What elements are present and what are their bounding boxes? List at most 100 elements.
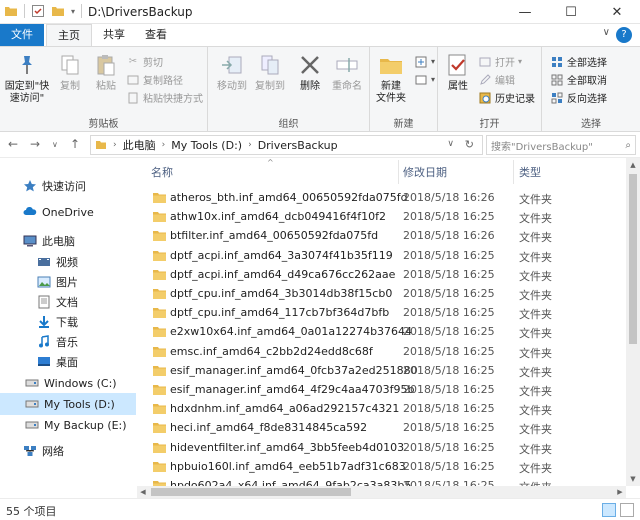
sidebar-item[interactable]: 文档 [0,291,136,313]
horizontal-scrollbar[interactable]: ◀ ▶ [137,486,626,498]
sidebar-item[interactable]: 视频 [0,251,136,273]
title-bar: ▾ D:\DriversBackup — ☐ ✕ [0,0,640,24]
sidebar-item[interactable]: OneDrive [0,201,136,223]
sidebar-item[interactable]: 网络 [0,440,136,462]
file-row[interactable]: emsc.inf_amd64_c2bb2d24edd8c68f 2018/5/18… [137,343,626,362]
sidebar-item[interactable]: 音乐 [0,331,136,353]
breadcrumb-this-pc[interactable]: 此电脑 [123,137,156,153]
document-icon [36,294,52,310]
address-dropdown-icon[interactable]: ∨ [447,139,454,149]
paste-shortcut-button[interactable]: 粘贴快捷方式 [126,89,203,106]
scroll-left-icon[interactable]: ◀ [137,486,149,498]
column-header-name[interactable]: 名称 [151,164,173,180]
file-row[interactable]: dptf_cpu.inf_amd64_117cb7bf364d7bfb 2018/… [137,304,626,323]
vertical-scrollbar[interactable]: ▲ ▼ [626,158,640,486]
easy-access-button[interactable]: ▾ [414,71,435,88]
horizontal-scroll-thumb[interactable] [151,488,351,496]
forward-arrow-icon[interactable]: → [30,137,40,151]
file-row[interactable]: heci.inf_amd64_f8de8314845ca592 2018/5/18… [137,419,626,438]
close-button[interactable]: ✕ [594,0,640,24]
copy-to-button[interactable]: 复制到 [252,51,288,93]
sidebar-item[interactable]: 图片 [0,271,136,293]
customize-toolbar-icon[interactable]: ▾ [71,7,75,16]
large-icons-view-icon[interactable] [620,503,634,517]
video-icon [36,254,52,270]
column-header-type[interactable]: 类型 [519,164,541,180]
tab-home[interactable]: 主页 [46,24,92,46]
file-row[interactable]: esif_manager.inf_amd64_4f29c4aa4703f95b 2… [137,381,626,400]
file-row[interactable]: hpbuio160l.inf_amd64_eeb51b7adf31c683 201… [137,458,626,477]
folder-icon [153,423,166,434]
new-folder-button[interactable]: 新建 文件夹 [372,51,410,105]
scroll-thumb[interactable] [629,174,637,344]
file-row[interactable]: hdxdnhm.inf_amd64_a06ad292157c4321 2018/5… [137,400,626,419]
file-row[interactable]: athw10x.inf_amd64_dcb049416f4f10f2 2018/5… [137,208,626,227]
breadcrumb-drive[interactable]: My Tools (D:) [171,139,242,152]
file-row[interactable]: dptf_acpi.inf_amd64_3a3074f41b35f119 2018… [137,247,626,266]
address-input[interactable]: › 此电脑 › My Tools (D:) › DriversBackup ∨ … [90,135,483,155]
scroll-up-icon[interactable]: ▲ [626,158,640,172]
sidebar-item[interactable]: 快速访问 [0,175,136,197]
select-none-button[interactable]: 全部取消 [550,71,607,88]
sidebar-item[interactable]: My Tools (D:) [0,393,136,415]
properties-button[interactable]: 属性 [442,51,474,93]
new-folder-label: 新建 [381,81,401,92]
sidebar-item[interactable]: My Backup (E:) [0,414,136,436]
file-row[interactable]: e2xw10x64.inf_amd64_0a01a12274b37644 2018… [137,323,626,342]
copy-path-button[interactable]: 复制路径 [126,71,183,88]
chevron-down-icon[interactable]: ∨ [603,27,610,38]
paste-button[interactable]: 粘贴 [90,51,122,93]
maximize-button[interactable]: ☐ [548,0,594,24]
sidebar-item[interactable]: 下载 [0,311,136,333]
file-row[interactable]: dptf_acpi.inf_amd64_d49ca676cc262aae 2018… [137,266,626,285]
scroll-right-icon[interactable]: ▶ [614,486,626,498]
up-arrow-icon[interactable]: ↑ [70,137,80,151]
file-date: 2018/5/18 16:25 [403,440,495,454]
file-row[interactable]: hpdo602a4_x64.inf_amd64_9fab2ca3a83b5 201… [137,477,626,486]
address-bar-row: ← → ∨ ↑ › 此电脑 › My Tools (D:) › DriversB… [0,132,640,158]
move-to-button[interactable]: 移动到 [214,51,250,93]
file-type: 文件夹 [519,289,552,302]
breadcrumb-folder[interactable]: DriversBackup [258,139,338,152]
column-divider[interactable] [398,160,399,184]
file-row[interactable]: dptf_cpu.inf_amd64_3b3014db38f15cb0 2018/… [137,285,626,304]
copy-path-icon [126,73,140,87]
sidebar-item[interactable]: Windows (C:) [0,372,136,394]
refresh-icon[interactable]: ↻ [465,138,474,151]
copy-button[interactable]: 复制 [54,51,86,93]
new-item-button[interactable]: ▾ [414,53,435,70]
file-row[interactable]: esif_manager.inf_amd64_0fcb37a2ed251880 2… [137,362,626,381]
pin-quick-access-button[interactable]: 固定到"快 速访问" [4,51,50,105]
file-name: athw10x.inf_amd64_dcb049416f4f10f2 [170,210,386,224]
sidebar-item[interactable]: 此电脑 [0,230,136,252]
file-row[interactable]: btfilter.inf_amd64_00650592fda075fd 2018/… [137,227,626,246]
edit-button[interactable]: 编辑 [478,71,515,88]
rename-button[interactable]: 重命名 [328,51,366,93]
recent-locations-chevron-icon[interactable]: ∨ [52,140,58,149]
history-button[interactable]: 历史记录 [478,89,535,106]
tab-share[interactable]: 共享 [94,24,134,46]
file-row[interactable]: hideventfilter.inf_amd64_3bb5feeb4d0103 2… [137,439,626,458]
column-header-date[interactable]: 修改日期 [403,164,447,180]
invert-selection-button[interactable]: 反向选择 [550,89,607,106]
sidebar-item[interactable]: 桌面 [0,351,136,373]
new-folder-quick-icon[interactable] [51,4,65,18]
file-type: 文件夹 [519,308,552,322]
help-icon[interactable]: ? [616,27,632,43]
delete-button[interactable]: 删除 [294,51,326,93]
select-all-button[interactable]: 全部选择 [550,53,607,70]
details-view-icon[interactable] [602,503,616,517]
back-arrow-icon[interactable]: ← [8,137,18,151]
open-button[interactable]: 打开 ▾ [478,53,522,70]
tab-file[interactable]: 文件 [0,24,44,46]
tab-view[interactable]: 查看 [136,24,176,46]
minimize-button[interactable]: — [502,0,548,24]
cut-button[interactable]: ✂ 剪切 [126,53,163,70]
properties-check-icon[interactable] [31,4,45,18]
scroll-down-icon[interactable]: ▼ [626,472,640,486]
file-row[interactable]: atheros_bth.inf_amd64_00650592fda075fd 20… [137,189,626,208]
column-divider[interactable] [513,160,514,184]
ribbon: 固定到"快 速访问" 复制 粘贴 ✂ 剪切 复制路径 粘贴快捷方式 剪贴板 移动… [0,46,640,133]
file-type: 文件夹 [519,461,552,475]
search-input[interactable]: 搜索"DriversBackup" ⌕ [486,135,636,155]
